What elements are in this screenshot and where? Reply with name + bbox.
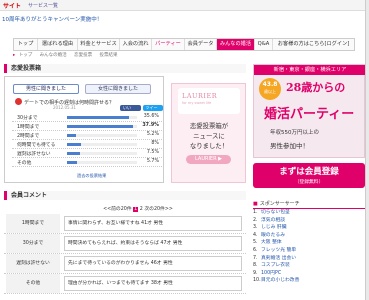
square-icon: ■ (253, 201, 258, 207)
sponsored-item[interactable]: 3. しじみ 肝臓 (253, 224, 365, 232)
nav-login[interactable]: お客様の方はこちら[ログイン] (273, 39, 354, 50)
comment-row: その他 理由が分かれば、いつまでも待てます 38才 男性 (4, 274, 246, 294)
result-bar (67, 161, 77, 164)
scrollbar[interactable] (365, 0, 369, 300)
past-results-link[interactable]: 過去の投票結果 (77, 173, 106, 179)
breadcrumb: ▸ トップ みんなの婚活 恋愛投票 投票結果 (13, 52, 263, 60)
sponsored-item[interactable]: 6. フレッツ光 簡単 (253, 247, 365, 255)
like-button[interactable]: いいね！ (120, 105, 141, 116)
site-bar: サイト サービス一覧 (0, 0, 369, 11)
result-row: 遅刻は許せない 7.5% (12, 149, 162, 158)
result-row: 何時間でも待てる 8% (12, 140, 162, 149)
nav-party[interactable]: パーティー (152, 39, 185, 50)
campaign-link[interactable]: 10周年ありがとうキャンペーン実施中！ (2, 15, 102, 23)
result-bar (67, 143, 81, 146)
vote-results: 30分まで 35.6% 1時間まで 37.9% 2時間まで 5.2% 何時間でも待てる… (12, 113, 162, 167)
sponsored-item[interactable]: 8. コスプレ衣装 (253, 262, 365, 270)
tweet-button[interactable]: ツイート (142, 105, 163, 116)
ad-line-1: 年収550万円以上の (270, 130, 319, 136)
sponsored-item[interactable]: 4. 眼のたるみ (253, 232, 365, 240)
ad-line-2: 男性参加中！ (270, 142, 309, 150)
promo-text: 恋愛投票箱が ニュースに なりました！ (189, 122, 229, 150)
ad-badge: 43.8 歳以上 (259, 78, 281, 100)
pager: <<前の20件 1 2 次の20件>> (78, 205, 198, 212)
sponsored-item[interactable]: 5. 大阪 整体 (253, 239, 365, 247)
sponsored-item[interactable]: 2. 浮気の相談 (253, 217, 365, 225)
comment-row: 遅刻は許せない 先にまで待っているのがわかりません 46才 男性 (4, 254, 246, 274)
sponsored-item[interactable]: 9. 100円PC (253, 270, 365, 278)
crumb-vote[interactable]: 恋愛投票 (74, 53, 92, 58)
main-nav: トップ 選ばれる理由 料金とサービス 入会の流れ パーティー 会員データ みんな… (13, 38, 355, 51)
comment-row: 30分まで 時間決めてもらえれば、約束はそうならば 47才 男性 (4, 234, 246, 254)
register-title: まずは会員登録 (279, 167, 339, 177)
result-bar (67, 152, 81, 155)
home-icon: ▸ (13, 53, 16, 58)
crumb-top[interactable]: トップ (19, 53, 33, 58)
register-button[interactable]: まずは会員登録 （登録無料） (253, 163, 365, 188)
social-buttons: いいね！ ツイート (118, 105, 163, 116)
tab-male[interactable]: 男性に聞きました (13, 84, 79, 94)
result-row: その他 5.7% (12, 158, 162, 167)
ad-title-1: 28歳からの (286, 81, 346, 94)
crumb-result: 投票結果 (99, 53, 118, 58)
vote-heading: 恋愛投票箱 (4, 64, 246, 73)
laurier-button[interactable]: LAURIER ▶ (186, 155, 231, 164)
vote-card: 男性に聞きました 女性に聞きました デートでの相手の遅刻は何時間許せる？ 201… (4, 76, 164, 183)
comments-heading: 会員コメント (4, 191, 246, 200)
sponsored-search: ■ スポンサーサーチ 1. 切らない包茎 2. 浮気の相談 3. しじみ 肝臓 4. 眼の… (253, 200, 365, 285)
sponsored-item[interactable]: 10.目元の小じわ改善 (253, 277, 365, 285)
result-row: 2時間まで 5.2% (12, 131, 162, 140)
pager-page-1: 1 (133, 207, 139, 212)
result-bar (67, 134, 77, 137)
service-list-link[interactable]: サービス一覧 (28, 2, 58, 9)
laurier-promo[interactable]: LAURIER for my sweet life 恋愛投票箱が ニュースに な… (171, 83, 246, 183)
result-bar (67, 125, 134, 128)
result-bar (67, 116, 130, 119)
pager-page-2[interactable]: 2 (140, 207, 143, 212)
sponsored-item[interactable]: 7. 真剣婚活 出会い (253, 255, 365, 263)
nav-qa[interactable]: Q&A (255, 39, 273, 50)
pager-next[interactable]: 次の20件>> (144, 207, 173, 212)
party-ad-banner[interactable]: 新宿・東京・銀座・横浜エリア 43.8 歳以上 28歳からの 婚活パーティー 年収… (253, 64, 366, 158)
crumb-konkatsu[interactable]: みんなの婚活 (40, 53, 67, 58)
sponsored-item[interactable]: 1. 切らない包茎 (253, 209, 365, 217)
comment-row: 1時間まで 事情に関わらず、お互い様ですね 41才 男性 (4, 214, 246, 234)
pager-prev[interactable]: <<前の20件 (103, 207, 132, 212)
vote-tabs: 男性に聞きました 女性に聞きました (13, 84, 157, 94)
nav-pricing[interactable]: 料金とサービス (78, 39, 120, 50)
laurier-logo: LAURIER (182, 92, 218, 100)
nav-member-data[interactable]: 会員データ (185, 39, 217, 50)
question-icon (15, 98, 22, 105)
laurier-tagline: for my sweet life (182, 101, 212, 105)
result-row: 30分まで 35.6% (12, 113, 162, 122)
site-logo[interactable]: サイト (3, 1, 21, 10)
ad-area: 新宿・東京・銀座・横浜エリア (254, 65, 366, 75)
nav-top[interactable]: トップ (14, 39, 38, 50)
vote-date: 2012.05.31 (53, 105, 76, 110)
register-sub: （登録無料） (294, 180, 324, 185)
ad-title-2: 婚活パーティー (264, 107, 355, 122)
nav-join-flow[interactable]: 入会の流れ (120, 39, 152, 50)
campaign-bar: 10周年ありがとうキャンペーン実施中！ (0, 11, 369, 25)
sponsored-heading: ■ スポンサーサーチ (253, 200, 365, 209)
nav-reasons[interactable]: 選ばれる理由 (38, 39, 78, 50)
tab-female[interactable]: 女性に聞きました (85, 84, 151, 94)
result-row: 1時間まで 37.9% (12, 122, 162, 131)
comment-list: 1時間まで 事情に関わらず、お互い様ですね 41才 男性 30分まで 時間決めてもら… (4, 214, 246, 294)
nav-konkatsu[interactable]: みんなの婚活 (217, 39, 255, 50)
